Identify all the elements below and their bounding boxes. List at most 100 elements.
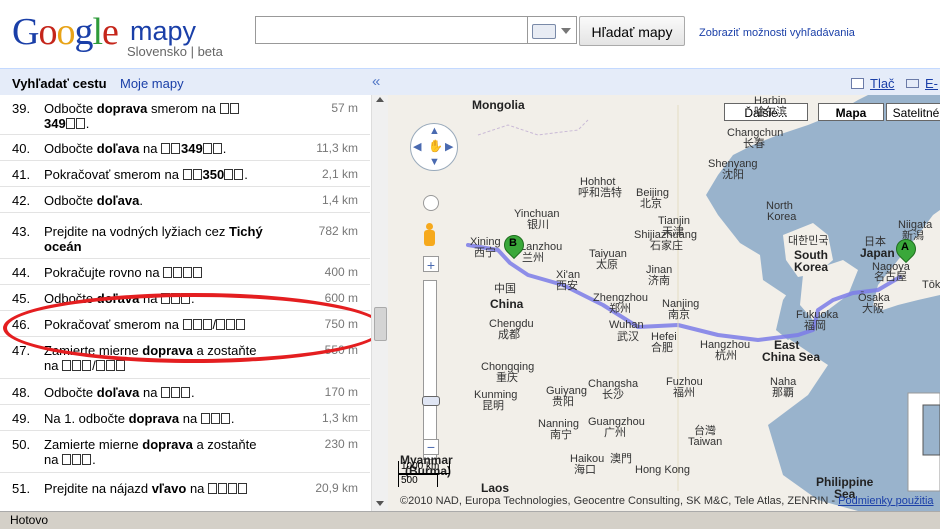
chevron-down-icon bbox=[561, 28, 571, 34]
map-label: 呼和浩特 bbox=[578, 187, 622, 199]
printer-icon[interactable] bbox=[851, 78, 864, 89]
step-text: Odbočte doprava smerom na 349. bbox=[44, 101, 294, 131]
map-view-button[interactable]: Mapa bbox=[818, 103, 884, 121]
map-label: Tōkyō bbox=[922, 279, 940, 291]
advanced-search-link[interactable]: Zobraziť možnosti vyhľadávania bbox=[699, 27, 855, 39]
pegman-icon[interactable] bbox=[424, 223, 435, 249]
route-start-marker[interactable]: B bbox=[499, 230, 529, 267]
map-label: 重庆 bbox=[496, 372, 518, 384]
map-canvas[interactable]: ▲ ◀ ▶ ▼ ✋ + − Ďalšie... Mapa Satelitné M… bbox=[388, 95, 940, 511]
map-attribution: ©2010 NAD, Europa Technologies, Geocentr… bbox=[388, 491, 940, 511]
reset-view-icon[interactable] bbox=[423, 195, 439, 211]
zoom-in-button[interactable]: + bbox=[423, 256, 439, 273]
collapse-panel-icon[interactable]: « bbox=[372, 73, 380, 90]
step-number: 39. bbox=[12, 101, 31, 116]
pan-up-icon[interactable]: ▲ bbox=[429, 125, 440, 137]
directions-scrollbar[interactable] bbox=[371, 95, 388, 511]
browser-status-bar: Hotovo bbox=[0, 511, 940, 529]
logo-letter: l bbox=[92, 11, 103, 53]
direction-step[interactable]: 43. Prejdite na vodných lyžiach cez Tich… bbox=[0, 213, 370, 259]
map-label: 杭州 bbox=[715, 350, 737, 362]
direction-step[interactable]: 48. Odbočte doľava na . 170 m bbox=[0, 379, 370, 405]
pan-down-icon[interactable]: ▼ bbox=[429, 156, 440, 168]
map-label: 郑州 bbox=[609, 303, 631, 315]
hand-icon: ✋ bbox=[428, 139, 443, 153]
map-label: Japan bbox=[860, 246, 895, 260]
keyboard-selector[interactable] bbox=[527, 16, 577, 44]
email-link[interactable]: E- bbox=[925, 76, 938, 91]
logo-letter: e bbox=[102, 11, 119, 53]
step-number: 42. bbox=[12, 193, 31, 208]
map-label: 中国 bbox=[494, 283, 516, 295]
direction-step[interactable]: 50. Zamierte mierne doprava a zostaňte na… bbox=[0, 431, 370, 473]
direction-step[interactable]: 40. Odbočte doľava na 349. 11,3 km bbox=[0, 135, 370, 161]
map-label: 贵阳 bbox=[552, 396, 574, 408]
direction-step[interactable]: 51. Prejdite na nájazd vľavo na 20,9 km bbox=[0, 473, 370, 511]
scroll-up-arrow-icon[interactable] bbox=[376, 97, 384, 102]
step-text: Odbočte doľava. bbox=[44, 193, 143, 208]
scrollbar-thumb[interactable] bbox=[374, 307, 387, 341]
logo-letter: o bbox=[38, 11, 57, 53]
map-label: 武汉 bbox=[617, 331, 639, 343]
direction-step[interactable]: 44. Pokračujte rovno na 400 m bbox=[0, 259, 370, 285]
header: Google mapy Slovensko | beta Hľadať mapy… bbox=[0, 0, 940, 68]
direction-step[interactable]: 49. Na 1. odbočte doprava na . 1,3 km bbox=[0, 405, 370, 431]
map-scale: 1000 km 500 bbox=[398, 461, 518, 489]
direction-step[interactable]: 42. Odbočte doľava. 1,4 km bbox=[0, 187, 370, 213]
satellite-view-button[interactable]: Satelitné bbox=[886, 103, 940, 121]
google-maps-logo[interactable]: Google mapy Slovensko | beta bbox=[12, 12, 242, 62]
step-text: Prejdite na nájazd vľavo na bbox=[44, 481, 294, 496]
scale-km: 1000 km bbox=[398, 461, 450, 474]
step-text: Pokračovať smerom na 350. bbox=[44, 167, 248, 182]
map-label: 澳門 bbox=[610, 453, 632, 465]
direction-step[interactable]: 39. Odbočte doprava smerom na 349. 57 m bbox=[0, 95, 370, 135]
step-distance: 57 m bbox=[331, 101, 358, 115]
terms-of-use-link[interactable]: Podmienky použitia bbox=[838, 495, 933, 507]
envelope-icon[interactable] bbox=[906, 79, 919, 88]
step-text: Odbočte doľava na . bbox=[44, 385, 195, 400]
map-label: 北京 bbox=[640, 198, 662, 210]
scroll-down-arrow-icon[interactable] bbox=[376, 501, 384, 506]
print-link[interactable]: Tlač bbox=[870, 76, 895, 91]
map-label: Wuhan bbox=[609, 319, 644, 331]
map-label: 太原 bbox=[596, 259, 618, 271]
step-distance: 1,4 km bbox=[321, 193, 358, 207]
map-label: 西宁 bbox=[474, 247, 496, 259]
tab-my-maps[interactable]: Moje mapy bbox=[120, 76, 184, 91]
map-label: Mongolia bbox=[472, 98, 525, 112]
map-label: 合肥 bbox=[651, 342, 673, 354]
status-text: Hotovo bbox=[10, 513, 49, 527]
highlight-oval-annotation bbox=[3, 293, 385, 363]
pan-right-icon[interactable]: ▶ bbox=[445, 140, 453, 153]
tab-get-directions[interactable]: Vyhľadať cestu bbox=[12, 76, 107, 91]
map-label: 广州 bbox=[604, 427, 626, 439]
step-text: Pokračujte rovno na bbox=[44, 265, 294, 280]
step-distance: 1,3 km bbox=[321, 411, 358, 425]
attribution-text: ©2010 NAD, Europa Technologies, Geocentr… bbox=[400, 495, 839, 507]
step-number: 43. bbox=[12, 224, 31, 239]
step-number: 48. bbox=[12, 385, 31, 400]
step-number: 40. bbox=[12, 141, 31, 156]
pan-left-icon[interactable]: ◀ bbox=[413, 140, 421, 153]
map-label: 那覇 bbox=[772, 387, 794, 399]
map-label: 南京 bbox=[668, 309, 690, 321]
search-input[interactable] bbox=[255, 16, 527, 44]
logo-product: mapy bbox=[130, 16, 197, 46]
route-end-marker[interactable]: A bbox=[891, 234, 921, 271]
step-distance: 782 km bbox=[318, 224, 358, 238]
logo-subtitle: Slovensko | beta bbox=[127, 44, 223, 59]
step-distance: 20,9 km bbox=[315, 481, 358, 495]
map-label: China bbox=[490, 297, 524, 311]
zoom-slider-handle[interactable] bbox=[422, 396, 440, 406]
zoom-slider[interactable] bbox=[422, 280, 440, 460]
search-maps-button[interactable]: Hľadať mapy bbox=[579, 16, 685, 46]
step-number: 45. bbox=[12, 291, 31, 306]
pan-control[interactable]: ▲ ◀ ▶ ▼ ✋ bbox=[410, 123, 458, 171]
map-label: 成都 bbox=[498, 329, 520, 341]
map-label: 西安 bbox=[556, 280, 578, 292]
map-label: 沈阳 bbox=[722, 169, 744, 181]
step-text: Odbočte doľava na 349. bbox=[44, 141, 227, 156]
direction-step[interactable]: 41. Pokračovať smerom na 350. 2,1 km bbox=[0, 161, 370, 187]
map-label: Korea bbox=[794, 260, 829, 274]
step-number: 44. bbox=[12, 265, 31, 280]
